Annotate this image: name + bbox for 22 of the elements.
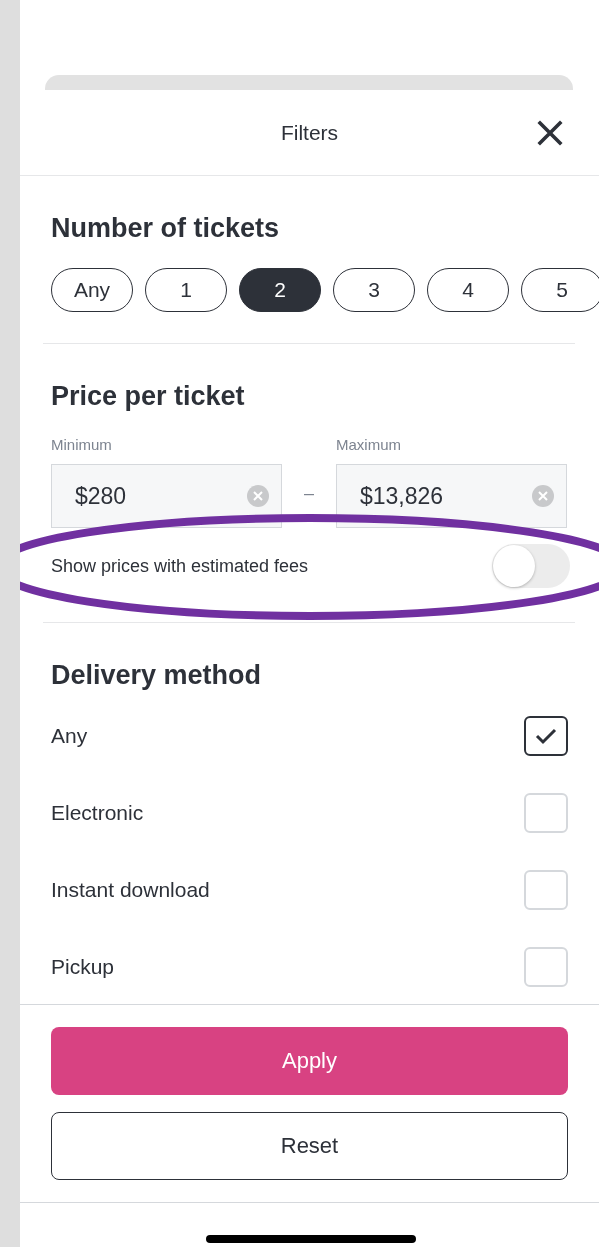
reset-button[interactable]: Reset: [51, 1112, 568, 1180]
delivery-option-label: Instant download: [51, 877, 210, 902]
delivery-option-label: Any: [51, 723, 88, 748]
section-heading: Delivery method: [51, 659, 263, 691]
ticket-count-pill[interactable]: 3: [333, 268, 415, 312]
ticket-count-pill[interactable]: 1: [145, 268, 227, 312]
ticket-count-pill[interactable]: Any: [51, 268, 133, 312]
delivery-option-label: Pickup: [51, 954, 115, 979]
delivery-option-label: Electronic: [51, 800, 144, 825]
maximum-price-field[interactable]: $13,826: [336, 464, 567, 528]
ticket-count-pill[interactable]: 4: [427, 268, 509, 312]
range-separator: –: [303, 483, 315, 505]
ticket-count-pill[interactable]: 5: [521, 268, 599, 312]
filters-title: Filters: [280, 120, 339, 145]
maximum-label: Maximum: [336, 436, 402, 453]
section-heading: Price per ticket: [51, 380, 246, 412]
minimum-price-field[interactable]: $280: [51, 464, 282, 528]
minimum-label: Minimum: [51, 436, 113, 453]
fees-toggle-label: Show prices with estimated fees: [51, 555, 309, 577]
section-heading: Number of tickets: [51, 212, 281, 244]
ticket-count-pill[interactable]: 2: [239, 268, 321, 312]
apply-button[interactable]: Apply: [51, 1027, 568, 1095]
